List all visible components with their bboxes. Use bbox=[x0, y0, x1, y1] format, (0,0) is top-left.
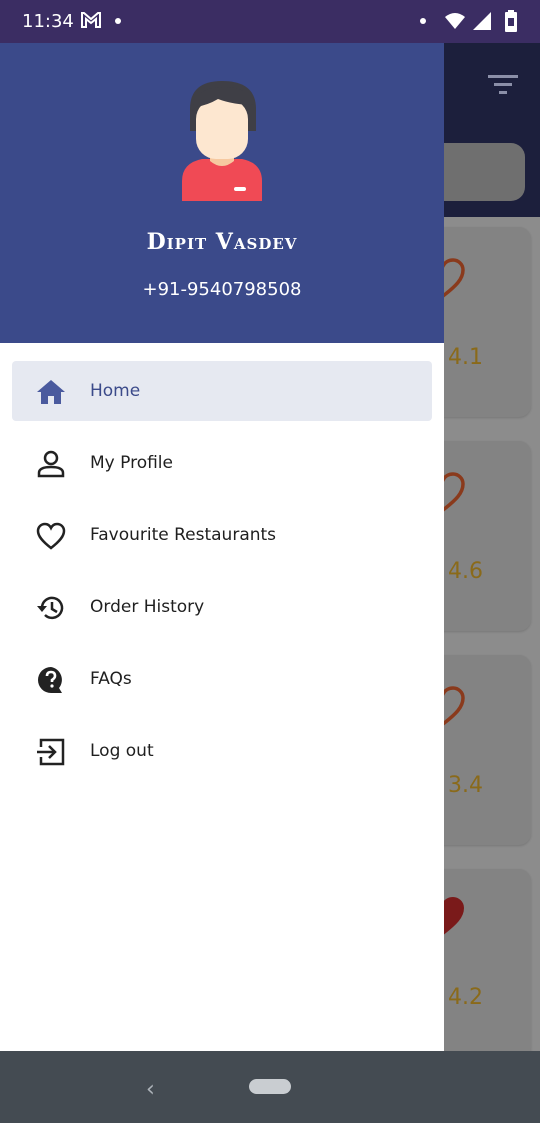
rating-value: 3.4 bbox=[448, 773, 483, 798]
menu-label: My Profile bbox=[90, 453, 173, 473]
home-icon bbox=[37, 380, 65, 404]
person-icon bbox=[37, 450, 65, 478]
home-pill-button[interactable] bbox=[249, 1079, 291, 1094]
navigation-drawer: Dipit Vasdev +91-9540798508 Home My Prof… bbox=[0, 43, 444, 1051]
menu-item-home[interactable]: Home bbox=[12, 361, 432, 421]
menu-label: Favourite Restaurants bbox=[90, 525, 277, 545]
heart-outline-icon bbox=[36, 522, 66, 550]
user-phone: +91-9540798508 bbox=[142, 279, 302, 300]
menu-label: Log out bbox=[90, 741, 154, 761]
menu-item-order-history[interactable]: Order History bbox=[12, 577, 432, 637]
menu-item-log-out[interactable]: Log out bbox=[12, 721, 432, 781]
background-header bbox=[444, 43, 540, 217]
menu-label: Home bbox=[90, 381, 141, 401]
wifi-icon bbox=[444, 11, 466, 36]
heart-outline-icon bbox=[444, 686, 465, 726]
back-icon[interactable]: ‹ bbox=[146, 1077, 155, 1102]
drawer-header: Dipit Vasdev +91-9540798508 bbox=[0, 43, 444, 343]
gmail-icon bbox=[80, 10, 102, 35]
filter-icon bbox=[488, 73, 518, 100]
restaurant-card: ★ 4.1 bbox=[444, 227, 531, 417]
history-icon bbox=[37, 596, 64, 620]
system-nav-bar: ‹ bbox=[0, 1051, 540, 1123]
restaurant-card: ★ 4.6 bbox=[444, 441, 531, 631]
rating-value: 4.1 bbox=[448, 345, 483, 370]
heart-outline-icon bbox=[444, 258, 465, 298]
avatar bbox=[182, 81, 262, 201]
user-name: Dipit Vasdev bbox=[146, 229, 298, 255]
menu-item-favourite-restaurants[interactable]: Favourite Restaurants bbox=[12, 505, 432, 565]
notification-dot-icon bbox=[420, 18, 426, 24]
status-time: 11:34 bbox=[22, 11, 74, 32]
restaurant-card: ★ 4.2 bbox=[444, 869, 531, 1051]
heart-outline-icon bbox=[444, 472, 465, 512]
menu-label: FAQs bbox=[90, 669, 132, 689]
menu-item-faqs[interactable]: FAQs bbox=[12, 649, 432, 709]
rating-value: 4.6 bbox=[448, 559, 483, 584]
heart-filled-icon bbox=[444, 896, 465, 935]
rating-value: 4.2 bbox=[448, 985, 483, 1010]
faq-icon bbox=[38, 667, 62, 693]
logout-icon bbox=[37, 738, 65, 766]
search-bar bbox=[444, 143, 525, 201]
background-screen[interactable]: ★ 4.1 ★ 4.6 ★ 3.4 ★ 4.2 bbox=[444, 43, 540, 1051]
signal-icon bbox=[472, 11, 492, 36]
menu-label: Order History bbox=[90, 597, 205, 617]
menu-item-my-profile[interactable]: My Profile bbox=[12, 433, 432, 493]
status-bar: 11:34 bbox=[0, 0, 540, 43]
restaurant-card: ★ 3.4 bbox=[444, 655, 531, 845]
battery-icon bbox=[505, 10, 517, 37]
notification-dot-icon bbox=[115, 18, 121, 24]
